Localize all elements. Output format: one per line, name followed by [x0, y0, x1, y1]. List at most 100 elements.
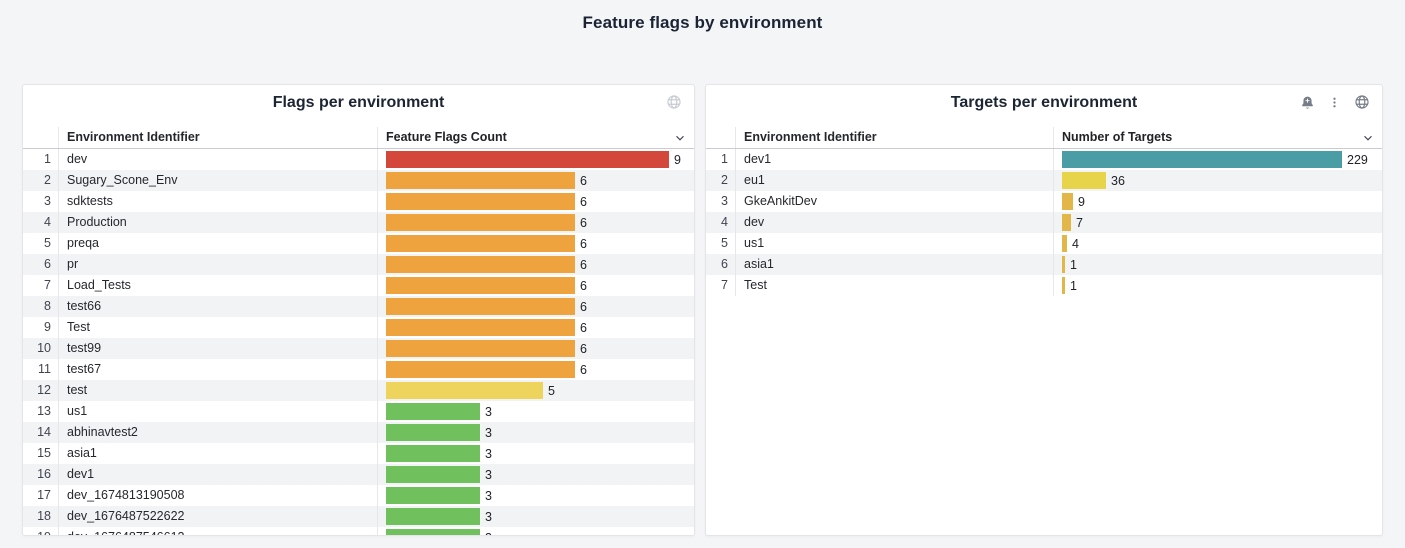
- bar-gauge: [386, 529, 480, 535]
- table-header: Environment Identifier Feature Flags Cou…: [23, 127, 694, 149]
- table-row: 16dev13: [23, 464, 694, 485]
- value-cell: 6: [378, 191, 694, 212]
- bar-value: 229: [1347, 153, 1368, 167]
- bar-value: 5: [548, 384, 555, 398]
- bar-value: 6: [580, 258, 587, 272]
- row-index: 14: [23, 422, 59, 443]
- environment-identifier: Sugary_Scone_Env: [59, 170, 378, 191]
- value-cell: 1: [1054, 254, 1382, 275]
- bar-gauge: [1062, 277, 1065, 294]
- value-cell: 3: [378, 527, 694, 535]
- environment-identifier: dev: [736, 212, 1054, 233]
- table-row: 5us14: [706, 233, 1382, 254]
- table-row: 5preqa 6: [23, 233, 694, 254]
- environment-identifier: Production: [59, 212, 378, 233]
- environment-identifier: GkeAnkitDev: [736, 191, 1054, 212]
- bar-gauge: [386, 298, 575, 315]
- bar-gauge: [1062, 151, 1342, 168]
- bar-gauge: [1062, 256, 1065, 273]
- environment-identifier: dev: [59, 149, 378, 170]
- row-index: 6: [23, 254, 59, 275]
- bar-gauge: [386, 214, 575, 231]
- column-header-environment-identifier[interactable]: Environment Identifier: [59, 127, 378, 148]
- bar-gauge: [386, 319, 575, 336]
- bar-value: 6: [580, 237, 587, 251]
- value-cell: 36: [1054, 170, 1382, 191]
- column-header-value[interactable]: Feature Flags Count: [378, 127, 694, 148]
- chevron-down-icon[interactable]: [1361, 131, 1375, 145]
- row-index: 10: [23, 338, 59, 359]
- table-row: 12test 5: [23, 380, 694, 401]
- kebab-menu-icon[interactable]: [1328, 96, 1341, 109]
- bar-gauge: [386, 403, 480, 420]
- value-cell: 6: [378, 212, 694, 233]
- environment-identifier: Test: [736, 275, 1054, 296]
- table-row: 9Test6: [23, 317, 694, 338]
- row-index: 12: [23, 380, 59, 401]
- bar-value: 6: [580, 300, 587, 314]
- environment-identifier: asia1: [736, 254, 1054, 275]
- value-cell: 6: [378, 233, 694, 254]
- table-row: 1dev1229: [706, 149, 1382, 170]
- panel-title[interactable]: Targets per environment: [706, 85, 1382, 112]
- table-row: 8test666: [23, 296, 694, 317]
- value-cell: 9: [378, 149, 694, 170]
- row-index: 15: [23, 443, 59, 464]
- value-cell: 6: [378, 170, 694, 191]
- bar-value: 6: [580, 279, 587, 293]
- globe-icon[interactable]: [1354, 94, 1370, 110]
- table-row: 11test676: [23, 359, 694, 380]
- environment-identifier: preqa: [59, 233, 378, 254]
- globe-icon[interactable]: [666, 94, 682, 110]
- table-body: 1dev92Sugary_Scone_Env63sdktests64Produc…: [23, 149, 694, 535]
- table-row: 19dev_16764875466123: [23, 527, 694, 535]
- column-header-environment-identifier[interactable]: Environment Identifier: [736, 127, 1054, 148]
- value-cell: 3: [378, 506, 694, 527]
- environment-identifier: asia1: [59, 443, 378, 464]
- row-index: 7: [706, 275, 736, 296]
- bar-gauge: [386, 424, 480, 441]
- panel-title[interactable]: Flags per environment: [23, 85, 694, 112]
- chevron-down-icon[interactable]: [673, 131, 687, 145]
- environment-identifier: test99: [59, 338, 378, 359]
- table-row: 3sdktests6: [23, 191, 694, 212]
- bar-gauge: [386, 466, 480, 483]
- environment-identifier: pr: [59, 254, 378, 275]
- table-row: 14abhinavtest23: [23, 422, 694, 443]
- environment-identifier: us1: [736, 233, 1054, 254]
- bar-value: 6: [580, 216, 587, 230]
- row-index: 7: [23, 275, 59, 296]
- bar-value: 7: [1076, 216, 1083, 230]
- bar-value: 6: [580, 363, 587, 377]
- environment-identifier: dev1: [736, 149, 1054, 170]
- bar-gauge: [386, 193, 575, 210]
- bar-value: 3: [485, 447, 492, 461]
- column-header-value[interactable]: Number of Targets: [1054, 127, 1382, 148]
- bar-gauge: [1062, 172, 1106, 189]
- environment-identifier: eu1: [736, 170, 1054, 191]
- value-cell: 3: [378, 485, 694, 506]
- row-index: 5: [23, 233, 59, 254]
- table-body: 1dev12292eu1363GkeAnkitDev94dev75us146as…: [706, 149, 1382, 535]
- table-row: 7Test1: [706, 275, 1382, 296]
- bar-value: 3: [485, 510, 492, 524]
- value-cell: 7: [1054, 212, 1382, 233]
- bar-gauge: [386, 151, 669, 168]
- bar-gauge: [386, 361, 575, 378]
- bar-value: 6: [580, 195, 587, 209]
- table-row: 10test996: [23, 338, 694, 359]
- environment-identifier: dev_1676487522622: [59, 506, 378, 527]
- panel-targets-per-environment: Targets per environment Environment Iden…: [705, 84, 1383, 536]
- panel-flags-per-environment: Flags per environment Environment Identi…: [22, 84, 695, 536]
- value-cell: 229: [1054, 149, 1382, 170]
- environment-identifier: abhinavtest2: [59, 422, 378, 443]
- row-index: 5: [706, 233, 736, 254]
- table-row: 2Sugary_Scone_Env6: [23, 170, 694, 191]
- value-cell: 9: [1054, 191, 1382, 212]
- bar-gauge: [386, 382, 543, 399]
- bell-plus-icon[interactable]: [1300, 95, 1315, 110]
- environment-identifier: sdktests: [59, 191, 378, 212]
- table-row: 2eu136: [706, 170, 1382, 191]
- environment-identifier: test: [59, 380, 378, 401]
- value-cell: 3: [378, 464, 694, 485]
